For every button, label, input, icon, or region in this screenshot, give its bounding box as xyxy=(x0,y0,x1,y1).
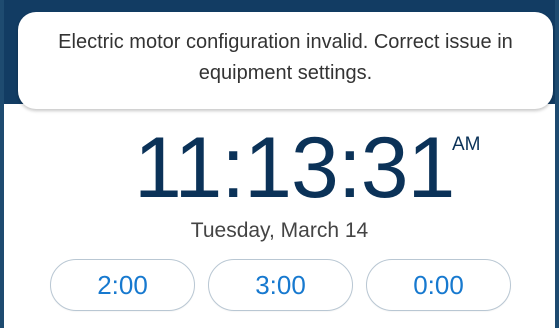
error-notification[interactable]: Electric motor configuration invalid. Co… xyxy=(18,12,553,109)
clock-date: Tuesday, March 14 xyxy=(190,219,369,242)
timer-preset-button-1[interactable]: 2:00 xyxy=(50,259,195,311)
clock-time: 11:13:31 xyxy=(134,120,455,216)
timer-preset-button-2[interactable]: 3:00 xyxy=(208,259,353,311)
clock-display: 11:13:31 AM xyxy=(0,120,559,220)
timer-preset-button-3[interactable]: 0:00 xyxy=(366,259,511,311)
timer-preset-group: 2:00 3:00 0:00 xyxy=(50,259,513,313)
error-message: Electric motor configuration invalid. Co… xyxy=(58,30,513,84)
clock-period: AM xyxy=(452,134,481,155)
app-window: Electric motor configuration invalid. Co… xyxy=(0,0,559,328)
